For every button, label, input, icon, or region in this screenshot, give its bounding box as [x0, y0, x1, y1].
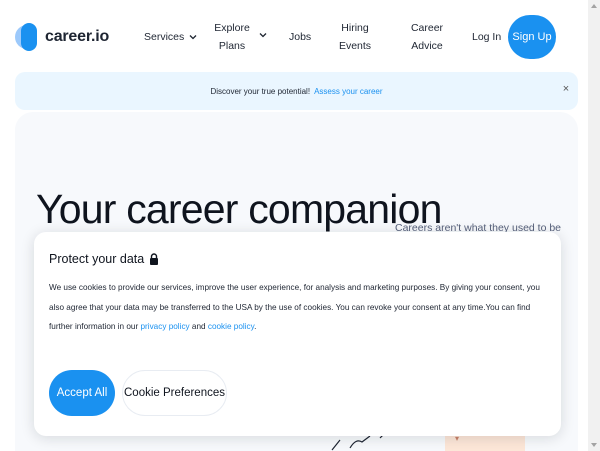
banner-text: Discover your true potential! — [210, 86, 311, 96]
privacy-policy-link[interactable]: privacy policy — [140, 322, 189, 331]
nav-career-label-2: Advice — [411, 40, 443, 52]
site-header: career.io Services Explore Plans Jobs Hi… — [0, 0, 588, 72]
logo[interactable]: career.io — [15, 23, 109, 51]
cookie-policy-link[interactable]: cookie policy — [208, 322, 254, 331]
chevron-down-icon — [189, 35, 197, 40]
nav-hiring-label-1: Hiring — [341, 22, 369, 34]
nav-explore-label-1: Explore — [214, 22, 250, 34]
nav-explore-plans[interactable]: Explore Plans — [212, 19, 252, 55]
scroll-down-arrow-icon[interactable] — [591, 443, 597, 447]
nav-jobs[interactable]: Jobs — [289, 28, 311, 46]
nav-services[interactable]: Services — [144, 28, 198, 46]
logo-text: career.io — [45, 28, 110, 45]
lock-icon — [150, 253, 159, 265]
nav-hiring-label-2: Events — [338, 40, 372, 52]
nav-hiring-events[interactable]: Hiring Events — [337, 19, 373, 55]
login-link[interactable]: Log In — [472, 28, 501, 46]
cookie-and-text: and — [189, 322, 208, 331]
cookie-consent-modal: Protect your data We use cookies to prov… — [34, 232, 561, 436]
promo-banner: Discover your true potential! Assess you… — [15, 72, 578, 110]
cookie-title: Protect your data — [49, 252, 159, 266]
signup-button[interactable]: Sign Up — [508, 15, 556, 59]
close-icon[interactable]: × — [559, 82, 573, 96]
cookie-preferences-button[interactable]: Cookie Preferences — [122, 370, 227, 416]
cookie-body-text: We use cookies to provide our services, … — [49, 283, 540, 331]
nav-services-label: Services — [144, 31, 185, 43]
scroll-up-arrow-icon[interactable] — [591, 4, 597, 8]
banner-link[interactable]: Assess your career — [314, 87, 382, 96]
nav-career-advice[interactable]: Career Advice — [409, 19, 445, 55]
nav-explore-label-2: Plans — [218, 40, 246, 52]
scrollbar[interactable] — [588, 0, 600, 451]
nav-career-label-1: Career — [410, 22, 444, 34]
cookie-body: We use cookies to provide our services, … — [49, 278, 549, 337]
accept-all-button[interactable]: Accept All — [49, 370, 115, 416]
hero-title: Your career companion — [36, 186, 442, 232]
chevron-down-icon[interactable] — [258, 30, 268, 40]
cookie-title-text: Protect your data — [49, 252, 145, 266]
cookie-period: . — [254, 322, 257, 331]
career-io-logo-icon — [15, 23, 39, 51]
